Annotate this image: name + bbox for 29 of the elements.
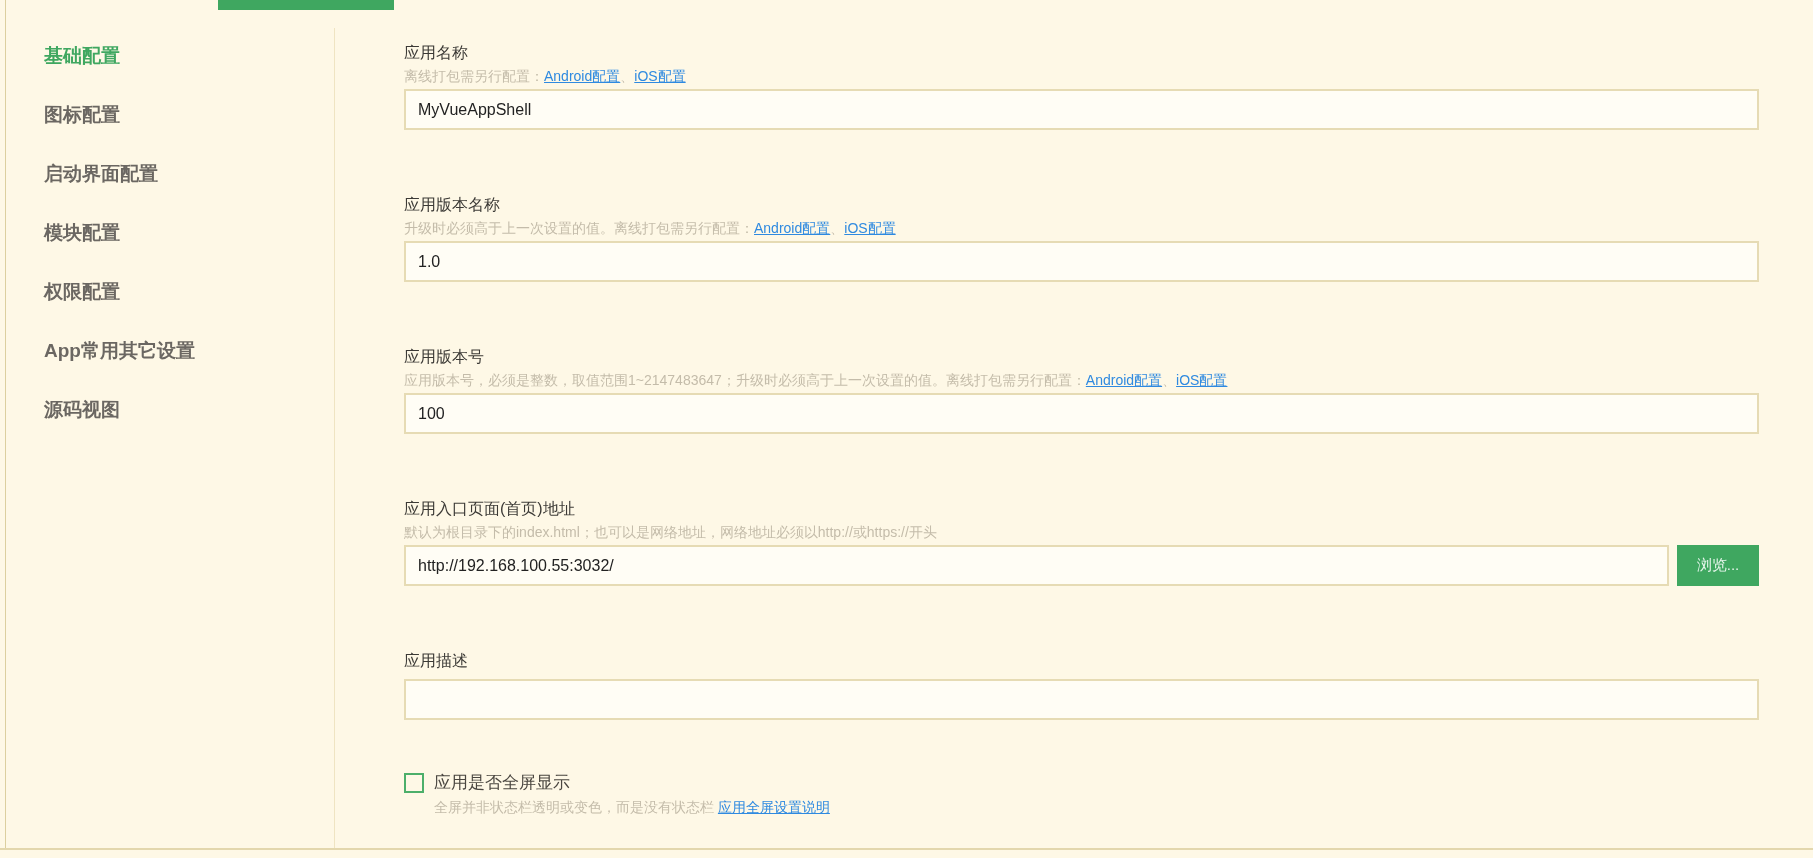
sidebar-item[interactable]: 基础配置 (44, 41, 120, 71)
input-field[interactable]: 100 (404, 393, 1759, 434)
sidebar-item[interactable]: 模块配置 (44, 218, 120, 248)
sidebar-item[interactable]: 启动界面配置 (44, 159, 158, 189)
sidebar-item[interactable]: App常用其它设置 (44, 336, 195, 366)
field-label: 应用入口页面(首页)地址 (404, 499, 575, 519)
link[interactable]: Android配置 (1085, 372, 1163, 388)
field-label: 应用版本号 (404, 347, 484, 367)
hint-text: 默认为根目录下的index.html；也可以是网络地址，网络地址必须以http://或https://开头 (404, 523, 937, 542)
tab[interactable] (218, 0, 394, 10)
sidebar-item[interactable]: 权限配置 (44, 277, 120, 307)
link[interactable]: Android配置 (754, 220, 831, 236)
field-label: 应用版本名称 (404, 195, 500, 215)
sidebar-item[interactable]: 源码视图 (44, 395, 120, 425)
browse-button[interactable]: 浏览... (1677, 545, 1759, 586)
field-label: 应用名称 (404, 43, 468, 63)
link[interactable]: iOS配置 (1176, 372, 1228, 388)
link[interactable]: iOS配置 (634, 68, 686, 84)
link[interactable]: iOS配置 (844, 220, 896, 236)
field-label: 应用描述 (404, 651, 468, 671)
link[interactable]: Android配置 (544, 68, 621, 84)
input-field[interactable]: MyVueAppShell (404, 89, 1759, 130)
checkbox[interactable] (404, 773, 424, 793)
sidebar-item[interactable]: 图标配置 (44, 100, 120, 130)
input-field[interactable] (404, 679, 1759, 720)
link[interactable]: 应用全屏设置说明 (717, 799, 830, 815)
checkbox-label: 应用是否全屏显示 (434, 772, 570, 794)
input-field[interactable]: 1.0 (404, 241, 1759, 282)
input-field[interactable]: http://192.168.100.55:3032/ (404, 545, 1669, 586)
